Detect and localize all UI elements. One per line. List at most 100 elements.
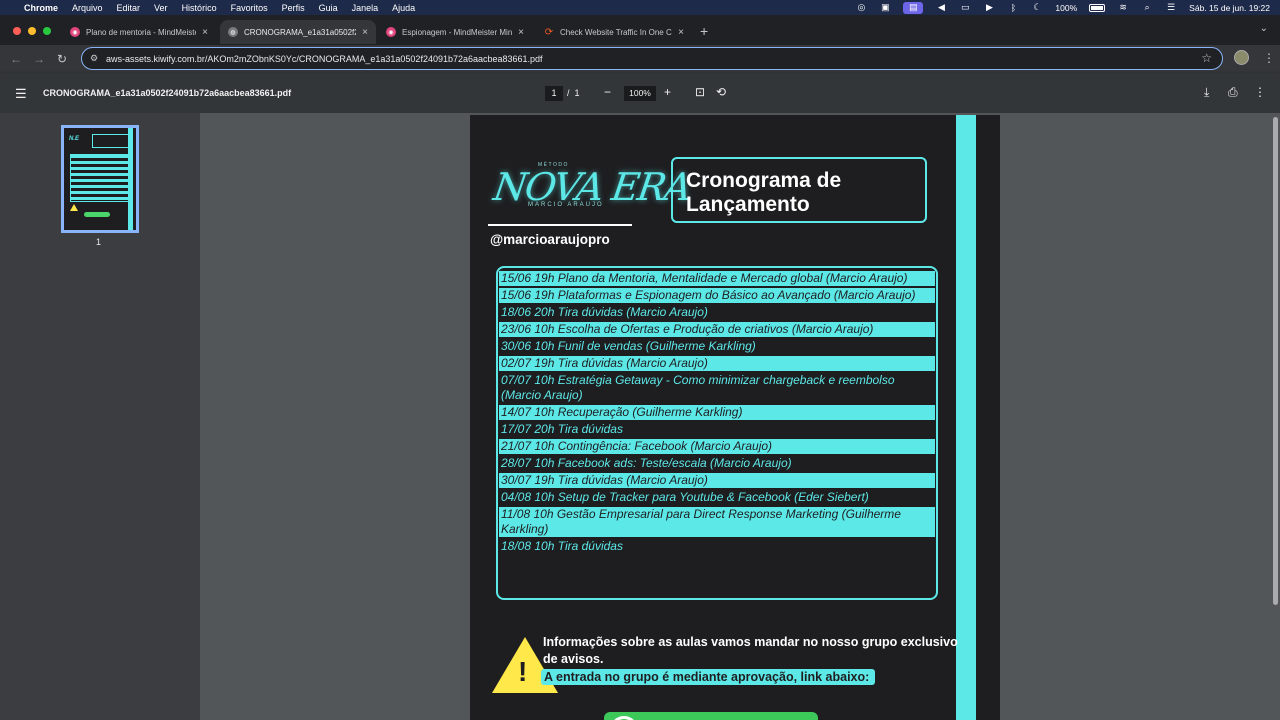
download-icon[interactable]: ⤓ xyxy=(1204,85,1209,100)
tab-title: CRONOGRAMA_e1a31a0502f24091b72a6aacbea83… xyxy=(244,27,357,37)
thumbnail-page-number: 1 xyxy=(96,237,102,247)
whatsapp-group-button[interactable] xyxy=(604,712,818,720)
status-app-icon[interactable]: ◎ xyxy=(855,2,867,12)
fit-page-icon[interactable]: ⊡ xyxy=(695,85,705,99)
play-icon[interactable]: ▶ xyxy=(983,2,995,12)
accent-bar xyxy=(956,115,976,720)
screen-record-icon[interactable]: ▤ xyxy=(903,1,924,14)
pdf-viewer[interactable]: MÉTODO NOVA ERA MARCIO ARAUJO @marcioara… xyxy=(200,113,1280,720)
zoom-in-icon[interactable]: + xyxy=(664,85,671,99)
vertical-scrollbar[interactable] xyxy=(1273,117,1278,605)
more-options-icon[interactable]: ⋮ xyxy=(1254,85,1266,99)
schedule-item: 30/06 10h Funil de vendas (Guilherme Kar… xyxy=(499,339,935,354)
window-controls xyxy=(13,27,51,35)
schedule-item: 07/07 10h Estratégia Getaway - Como mini… xyxy=(499,373,935,403)
battery-icon[interactable] xyxy=(1089,3,1106,12)
close-tab-icon[interactable]: × xyxy=(678,27,684,38)
pdf-toolbar: ☰ CRONOGRAMA_e1a31a0502f24091b72a6aacbea… xyxy=(0,73,1280,113)
schedule-item: 18/08 10h Tira dúvidas xyxy=(499,539,935,554)
tab-cronograma-pdf[interactable]: ◍ CRONOGRAMA_e1a31a0502f24091b72a6aacbea… xyxy=(220,20,376,44)
thumb-logo: N.E xyxy=(69,136,80,142)
bookmark-star-icon[interactable]: ☆ xyxy=(1201,51,1212,65)
bluetooth-icon[interactable]: ᛒ xyxy=(1007,3,1019,13)
tab-title: Plano de mentoria - MindMeister xyxy=(86,27,197,37)
camera-icon[interactable]: ▣ xyxy=(879,2,891,12)
search-icon[interactable]: ⌕ xyxy=(1141,2,1153,12)
schedule-item: 18/06 20h Tira dúvidas (Marcio Araujo) xyxy=(499,305,935,320)
page-total: / 1 xyxy=(567,88,580,98)
tab-espionagem[interactable]: ◉ Espionagem - MindMeister Mind Map × xyxy=(378,20,532,44)
semrush-icon: ⟳ xyxy=(544,26,554,38)
zoom-window-button[interactable] xyxy=(43,27,51,35)
pdf-page: MÉTODO NOVA ERA MARCIO ARAUJO @marcioara… xyxy=(470,115,1000,720)
thumb-title-box xyxy=(92,134,130,148)
info-text: Informações sobre as aulas vamos mandar … xyxy=(543,635,958,666)
globe-icon: ◍ xyxy=(228,27,238,37)
profile-avatar[interactable] xyxy=(1234,50,1249,65)
info-highlight: A entrada no grupo é mediante aprovação,… xyxy=(541,669,876,685)
zoom-level-input[interactable]: 100% xyxy=(624,86,656,101)
chrome-menu-icon[interactable]: ⋮ xyxy=(1263,51,1275,65)
wifi-icon[interactable]: ≋ xyxy=(1117,2,1129,12)
tab-title: Espionagem - MindMeister Mind Map xyxy=(402,27,513,37)
menu-historico[interactable]: Histórico xyxy=(182,3,217,13)
title-box: Cronograma de Lançamento xyxy=(671,157,927,223)
instagram-handle: @marcioaraujopro xyxy=(490,232,610,247)
clock[interactable]: Sáb. 15 de jun. 19:22 xyxy=(1189,3,1270,13)
browser-toolbar: ← → ↻ ⚙ aws-assets.kiwify.com.br/AKOm2mZ… xyxy=(0,45,1280,73)
thumb-schedule xyxy=(70,154,132,202)
menu-bar: Chrome Arquivo Editar Ver Histórico Favo… xyxy=(0,0,1280,15)
page-thumbnail[interactable]: N.E xyxy=(61,125,139,233)
tab-website-traffic[interactable]: ⟳ Check Website Traffic In One Click × xyxy=(536,20,692,44)
reload-icon[interactable]: ↻ xyxy=(57,52,67,66)
menu-arquivo[interactable]: Arquivo xyxy=(72,3,103,13)
menu-editar[interactable]: Editar xyxy=(117,3,141,13)
schedule-item: 14/07 10h Recuperação (Guilherme Karklin… xyxy=(499,405,935,420)
back-icon[interactable]: ← xyxy=(10,52,22,66)
new-tab-button[interactable]: + xyxy=(700,23,708,39)
tab-title: Check Website Traffic In One Click xyxy=(560,27,673,37)
warning-exclamation: ! xyxy=(518,656,528,687)
url-text[interactable]: aws-assets.kiwify.com.br/AKOm2mZObnKS0Yc… xyxy=(106,54,543,64)
site-info-icon[interactable]: ⚙ xyxy=(90,53,98,64)
schedule-item: 11/08 10h Gestão Empresarial para Direct… xyxy=(499,507,935,537)
close-tab-icon[interactable]: × xyxy=(202,27,208,38)
menu-janela[interactable]: Janela xyxy=(352,3,379,13)
minimize-window-button[interactable] xyxy=(28,27,36,35)
close-tab-icon[interactable]: × xyxy=(518,27,524,38)
volume-icon[interactable]: ◀ xyxy=(935,2,947,12)
menu-favoritos[interactable]: Favoritos xyxy=(231,3,268,13)
schedule-item: 02/07 19h Tira dúvidas (Marcio Araujo) xyxy=(499,356,935,371)
tab-plano-mentoria[interactable]: ◉ Plano de mentoria - MindMeister × xyxy=(62,20,216,44)
title-line-1: Cronograma de xyxy=(686,169,842,192)
address-bar[interactable]: ⚙ aws-assets.kiwify.com.br/AKOm2mZObnKS0… xyxy=(81,47,1223,70)
title-line-2: Lançamento xyxy=(686,193,810,216)
control-center-icon[interactable]: ☰ xyxy=(1165,2,1177,12)
page-number-input[interactable]: 1 xyxy=(545,86,563,101)
focus-moon-icon[interactable]: ☾ xyxy=(1031,2,1043,12)
print-icon[interactable]: ⎙ xyxy=(1228,85,1238,100)
schedule-item: 30/07 19h Tira dúvidas (Marcio Araujo) xyxy=(499,473,935,488)
schedule-item: 04/08 10h Setup de Tracker para Youtube … xyxy=(499,490,935,505)
menu-ajuda[interactable]: Ajuda xyxy=(392,3,415,13)
menu-ver[interactable]: Ver xyxy=(154,3,168,13)
menu-app[interactable]: Chrome xyxy=(24,3,58,13)
sidebar-toggle-icon[interactable]: ☰ xyxy=(15,86,27,102)
thumb-button xyxy=(84,212,110,217)
tab-search-icon[interactable]: ⌄ xyxy=(1260,23,1268,34)
mindmeister-icon: ◉ xyxy=(386,27,396,37)
rotate-icon[interactable]: ⟲ xyxy=(716,85,726,99)
close-window-button[interactable] xyxy=(13,27,21,35)
zoom-out-icon[interactable]: − xyxy=(604,85,611,99)
schedule-item: 15/06 19h Plataformas e Espionagem do Bá… xyxy=(499,288,935,303)
forward-icon[interactable]: → xyxy=(33,52,45,66)
menu-guia[interactable]: Guia xyxy=(319,3,338,13)
tab-strip: ◉ Plano de mentoria - MindMeister × ◍ CR… xyxy=(0,15,1280,45)
close-tab-icon[interactable]: × xyxy=(362,27,368,38)
pdf-filename: CRONOGRAMA_e1a31a0502f24091b72a6aacbea83… xyxy=(43,88,292,98)
schedule-item: 28/07 10h Facebook ads: Teste/escala (Ma… xyxy=(499,456,935,471)
display-icon[interactable]: ▭ xyxy=(959,2,971,12)
thumb-accent-bar xyxy=(128,128,133,230)
schedule-item: 23/06 10h Escolha de Ofertas e Produção … xyxy=(499,322,935,337)
menu-perfis[interactable]: Perfis xyxy=(282,3,305,13)
